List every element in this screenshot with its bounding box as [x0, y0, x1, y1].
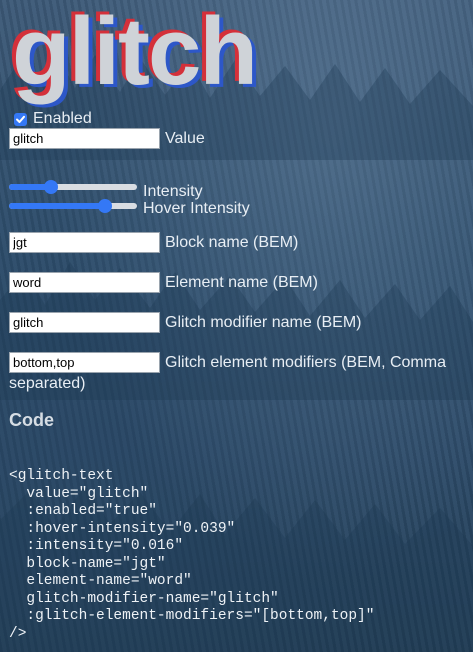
value-label: Value	[165, 129, 205, 147]
value-input[interactable]	[9, 128, 160, 149]
element-name-label: Element name (BEM)	[165, 273, 318, 291]
element-name-input[interactable]	[9, 272, 160, 293]
block-name-input[interactable]	[9, 232, 160, 253]
modifier-name-row: Glitch modifier name (BEM)	[9, 312, 362, 333]
code-block: <glitch-text value="glitch" :enabled="tr…	[9, 468, 375, 642]
enabled-checkbox[interactable]	[14, 112, 27, 126]
slider-thumb[interactable]	[44, 180, 59, 194]
hover-intensity-label: Hover Intensity	[143, 200, 250, 217]
code-heading: Code	[9, 410, 54, 430]
block-name-label: Block name (BEM)	[165, 233, 299, 251]
modifier-name-label: Glitch modifier name (BEM)	[165, 313, 362, 331]
enabled-label: Enabled	[33, 110, 92, 127]
modifier-name-input[interactable]	[9, 312, 160, 333]
slider-fill	[9, 203, 105, 209]
element-name-row: Element name (BEM)	[9, 272, 318, 293]
glitch-title: glitch	[12, 0, 258, 105]
enabled-row: Enabled	[9, 110, 92, 128]
intensity-slider[interactable]	[9, 179, 137, 195]
hover-intensity-slider[interactable]	[9, 198, 137, 214]
slider-thumb[interactable]	[98, 199, 112, 213]
block-name-row: Block name (BEM)	[9, 232, 298, 253]
hover-intensity-row: Hover Intensity	[9, 194, 250, 218]
element-modifiers-input[interactable]	[9, 352, 160, 373]
element-modifiers-row: Glitch element modifiers (BEM, Comma sep…	[9, 352, 469, 394]
checkmark-icon	[16, 115, 25, 123]
value-row: Value	[9, 128, 205, 149]
